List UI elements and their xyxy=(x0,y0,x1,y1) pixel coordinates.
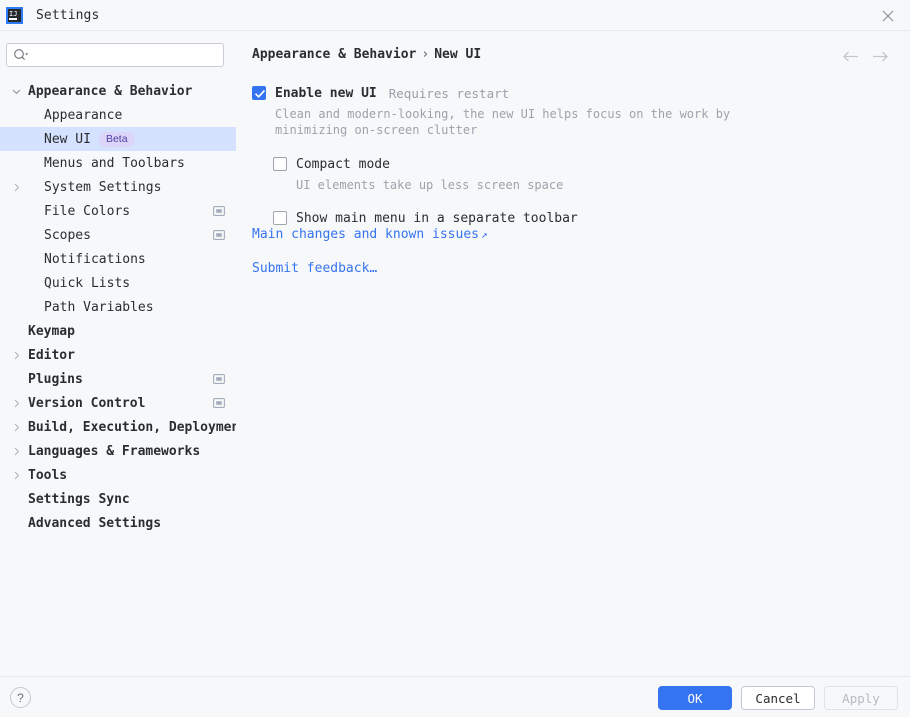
settings-sidebar: Appearance & Behavior Appearance New UI Bet… xyxy=(0,31,247,676)
sidebar-item-plugins[interactable]: Plugins xyxy=(0,367,236,391)
separate-toolbar-checkbox[interactable] xyxy=(273,211,287,225)
sidebar-item-label: System Settings xyxy=(44,179,162,195)
compact-mode-label: Compact mode xyxy=(296,156,390,172)
enable-new-ui-row[interactable]: Enable new UI Requires restart xyxy=(252,83,892,103)
sidebar-item-quick-lists[interactable]: Quick Lists xyxy=(0,271,236,295)
sidebar-item-build-execution-deployment[interactable]: Build, Execution, Deployment xyxy=(0,415,247,439)
sidebar-item-scopes[interactable]: Scopes xyxy=(0,223,236,247)
apply-button: Apply xyxy=(824,686,898,710)
enable-new-ui-label: Enable new UI xyxy=(275,85,377,101)
sidebar-item-label: Scopes xyxy=(44,227,91,243)
dialog-buttons: OK Cancel Apply xyxy=(658,686,898,710)
link-main-changes-and-known-issues[interactable]: Main changes and known issues ↗ xyxy=(252,227,488,242)
svg-text:IJ: IJ xyxy=(9,10,17,18)
compact-mode-description: UI elements take up less screen space xyxy=(296,178,564,192)
search-container xyxy=(6,43,224,67)
breadcrumb-leaf: New UI xyxy=(434,47,482,62)
sidebar-item-label: Build, Execution, Deployment xyxy=(28,419,248,435)
sidebar-item-label: Menus and Toolbars xyxy=(44,155,185,171)
project-level-settings-icon xyxy=(213,397,225,409)
breadcrumb-separator: › xyxy=(421,47,430,62)
sidebar-item-path-variables[interactable]: Path Variables xyxy=(0,295,236,319)
sidebar-item-settings-sync[interactable]: Settings Sync xyxy=(0,487,236,511)
close-icon[interactable] xyxy=(865,0,910,31)
sidebar-item-label: Languages & Frameworks xyxy=(28,443,201,459)
sidebar-item-languages-frameworks[interactable]: Languages & Frameworks xyxy=(0,439,236,463)
chevron-right-icon[interactable] xyxy=(11,439,22,463)
chevron-right-icon[interactable] xyxy=(11,463,22,487)
enable-new-ui-description-line2: minimizing on-screen clutter xyxy=(275,123,478,137)
dialog-footer: ? OK Cancel Apply xyxy=(0,676,910,717)
sidebar-item-label: File Colors xyxy=(44,203,131,219)
compact-mode-row[interactable]: Compact mode xyxy=(273,154,892,174)
sidebar-item-label: New UI xyxy=(44,131,91,147)
sidebar-item-label: Version Control xyxy=(28,395,146,411)
project-level-settings-icon xyxy=(213,205,225,217)
sidebar-item-label: Keymap xyxy=(28,323,75,339)
sidebar-item-label: Appearance & Behavior xyxy=(28,83,193,99)
sidebar-item-appearance[interactable]: Appearance xyxy=(0,103,236,127)
separate-toolbar-label: Show main menu in a separate toolbar xyxy=(296,210,578,226)
enable-new-ui-checkbox[interactable] xyxy=(252,86,266,100)
chevron-right-icon[interactable] xyxy=(11,391,22,415)
window-titlebar: IJ Settings xyxy=(0,0,910,31)
sidebar-item-version-control[interactable]: Version Control xyxy=(0,391,236,415)
sidebar-item-keymap[interactable]: Keymap xyxy=(0,319,236,343)
project-level-settings-icon xyxy=(213,373,225,385)
sidebar-item-label: Plugins xyxy=(28,371,83,387)
link-label: Submit feedback… xyxy=(252,261,378,276)
arrow-right-icon[interactable] xyxy=(871,47,890,66)
chevron-down-icon[interactable] xyxy=(11,79,22,103)
sidebar-item-new-ui[interactable]: New UI Beta xyxy=(0,127,236,151)
navigation-arrows xyxy=(841,47,890,66)
separate-toolbar-row[interactable]: Show main menu in a separate toolbar xyxy=(273,208,892,228)
sidebar-item-advanced-settings[interactable]: Advanced Settings xyxy=(0,511,236,535)
sidebar-item-label: Settings Sync xyxy=(28,491,130,507)
sidebar-item-label: Appearance xyxy=(44,107,123,123)
help-icon[interactable]: ? xyxy=(10,687,31,708)
options-block: Enable new UI Requires restart Clean and… xyxy=(252,83,892,228)
sidebar-item-appearance-behavior[interactable]: Appearance & Behavior xyxy=(0,79,236,103)
sidebar-item-label: Notifications xyxy=(44,251,146,267)
sidebar-item-notifications[interactable]: Notifications xyxy=(0,247,236,271)
sidebar-item-label: Editor xyxy=(28,347,75,363)
breadcrumb: Appearance & Behavior › New UI xyxy=(252,47,481,62)
sidebar-item-file-colors[interactable]: File Colors xyxy=(0,199,236,223)
window-title: Settings xyxy=(36,7,100,23)
enable-new-ui-description-line1: Clean and modern-looking, the new UI hel… xyxy=(275,107,731,121)
settings-tree: Appearance & Behavior Appearance New UI Bet… xyxy=(0,79,247,535)
beta-badge: Beta xyxy=(98,131,135,147)
arrow-left-icon[interactable] xyxy=(841,47,860,66)
chevron-right-icon[interactable] xyxy=(11,175,22,199)
sidebar-item-label: Path Variables xyxy=(44,299,154,315)
sidebar-item-tools[interactable]: Tools xyxy=(0,463,236,487)
sidebar-item-label: Quick Lists xyxy=(44,275,131,291)
compact-mode-group: Compact mode UI elements take up less sc… xyxy=(273,154,892,192)
enable-new-ui-description: Clean and modern-looking, the new UI hel… xyxy=(275,106,892,138)
chevron-right-icon[interactable] xyxy=(11,415,22,439)
sidebar-item-label: Advanced Settings xyxy=(28,515,162,531)
link-label: Main changes and known issues xyxy=(252,227,479,242)
cancel-button[interactable]: Cancel xyxy=(741,686,815,710)
sidebar-item-menus-and-toolbars[interactable]: Menus and Toolbars xyxy=(0,151,236,175)
intellij-logo-icon: IJ xyxy=(6,6,23,24)
compact-mode-checkbox[interactable] xyxy=(273,157,287,171)
external-link-icon: ↗ xyxy=(480,228,488,241)
chevron-right-icon[interactable] xyxy=(11,343,22,367)
project-level-settings-icon xyxy=(213,229,225,241)
separate-toolbar-group: Show main menu in a separate toolbar xyxy=(273,208,892,228)
settings-content-pane: Appearance & Behavior › New UI Enable new … xyxy=(236,31,910,676)
sidebar-item-label: Tools xyxy=(28,467,68,483)
enable-new-ui-hint: Requires restart xyxy=(388,85,510,101)
ok-button[interactable]: OK xyxy=(658,686,732,710)
sidebar-item-system-settings[interactable]: System Settings xyxy=(0,175,236,199)
breadcrumb-root[interactable]: Appearance & Behavior xyxy=(252,47,416,62)
sidebar-item-editor[interactable]: Editor xyxy=(0,343,236,367)
link-submit-feedback[interactable]: Submit feedback… xyxy=(252,261,488,276)
links-block: Main changes and known issues ↗ Submit fee… xyxy=(252,227,488,276)
search-input[interactable] xyxy=(6,43,224,67)
